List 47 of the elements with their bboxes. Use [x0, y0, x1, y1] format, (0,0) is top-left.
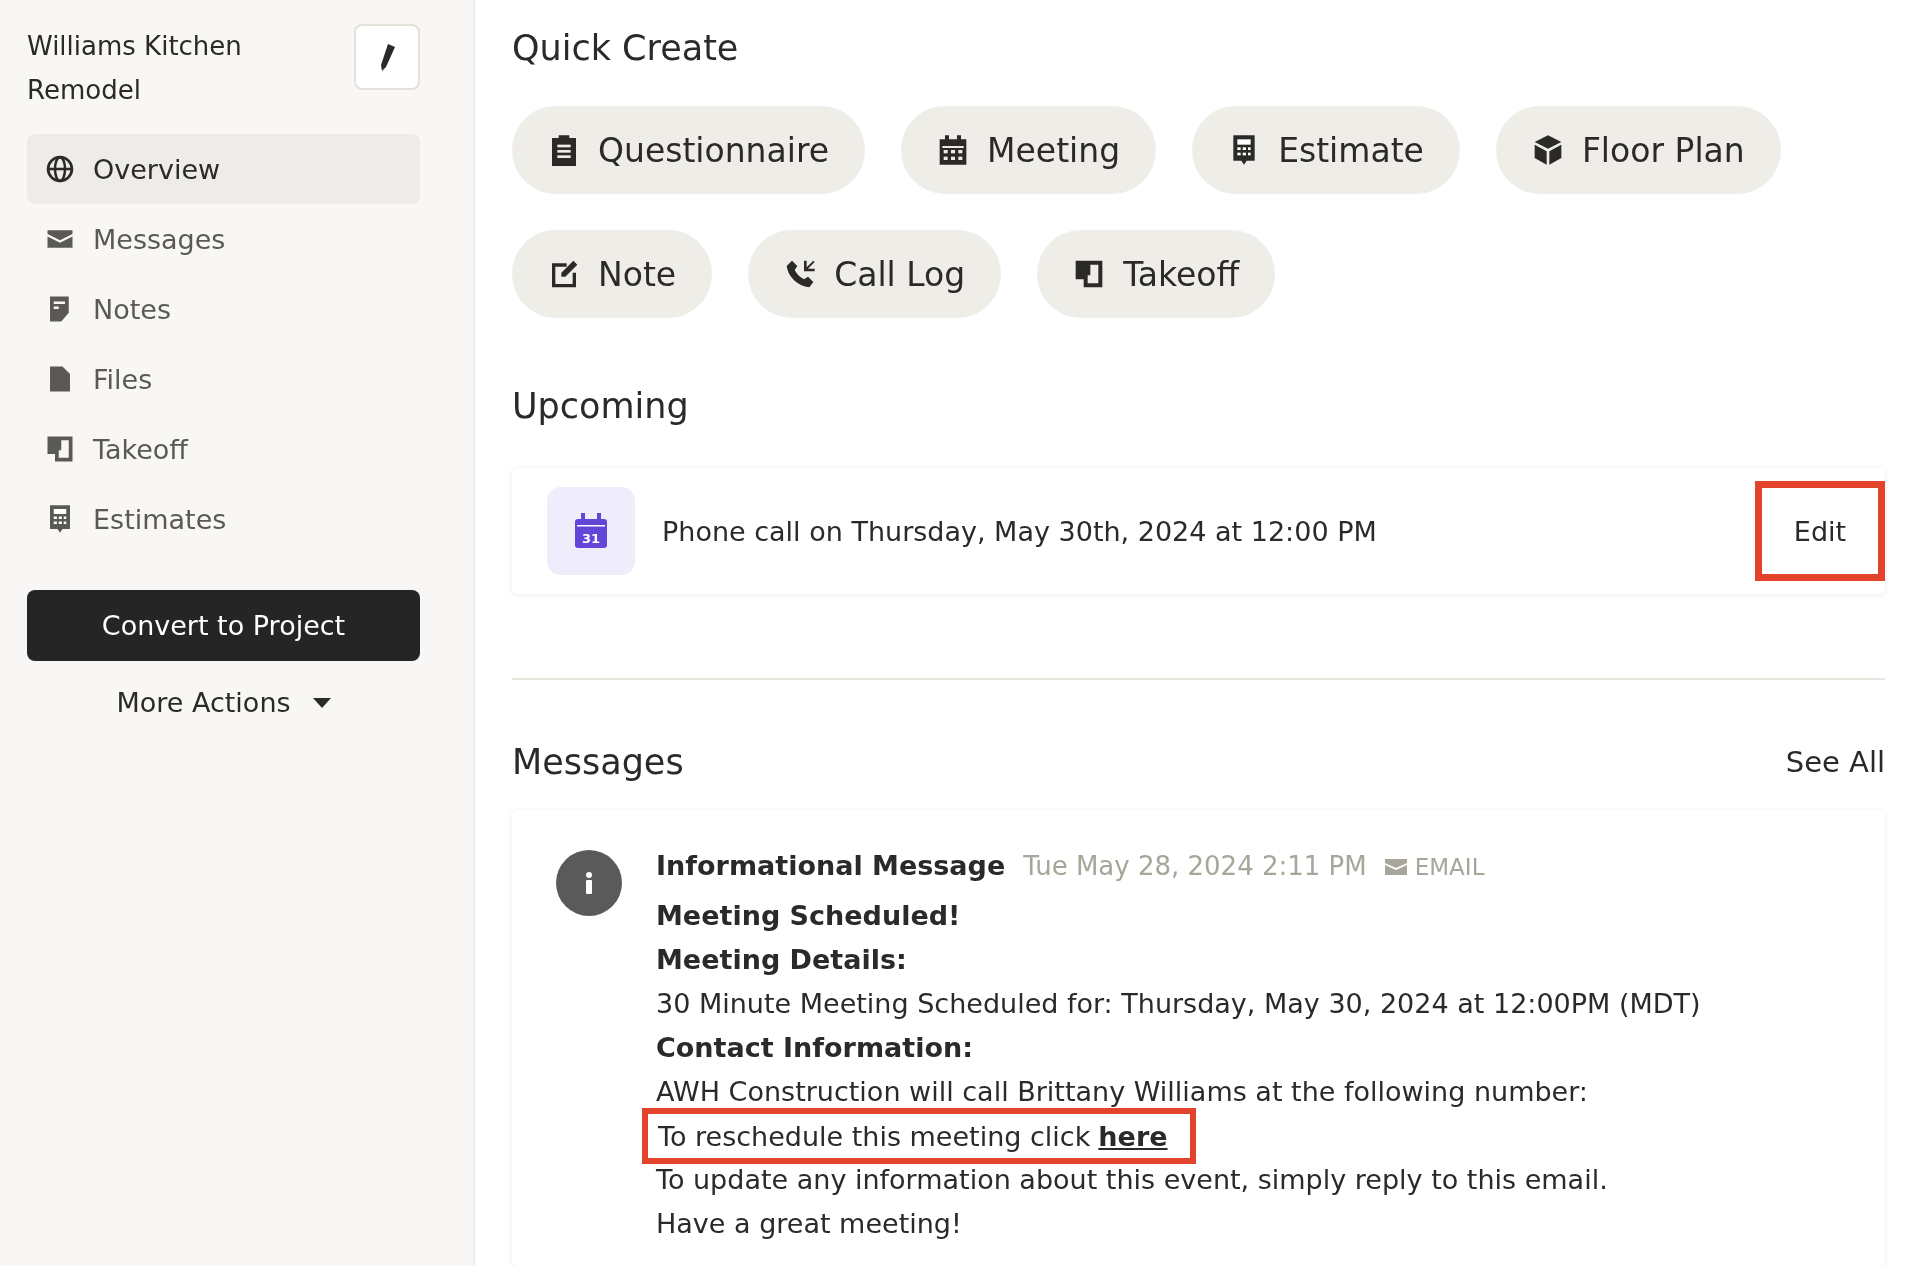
reschedule-link[interactable]: here [1098, 1120, 1168, 1152]
message-line: Meeting Scheduled! [656, 899, 962, 933]
sidebar-item-label: Takeoff [93, 433, 188, 465]
see-all-link[interactable]: See All [1785, 745, 1885, 779]
info-icon [585, 872, 593, 894]
sidebar-item[interactable]: Takeoff [27, 414, 420, 484]
project-title: Williams Kitchen Remodel [27, 30, 243, 107]
section-title: Quick Create [512, 27, 740, 70]
convert-to-project-button[interactable]: Convert to Project [27, 590, 420, 661]
edit-button[interactable]: Edit [1755, 481, 1885, 581]
message-time: Tue May 28, 2024 2:11 PM [1023, 851, 1367, 881]
message-sender: Informational Message [656, 850, 1006, 881]
more-actions-button[interactable]: More Actions [108, 679, 339, 726]
globe-icon [45, 154, 75, 184]
quick-create-button[interactable]: Call Log [748, 230, 1002, 318]
sidebar-item[interactable]: Messages [27, 204, 420, 274]
envelope-icon [1384, 859, 1407, 875]
sidebar-item[interactable]: Estimates [27, 484, 420, 554]
section-title: Upcoming [512, 385, 690, 428]
sidebar-item-label: Estimates [93, 503, 227, 535]
message-line: AWH Construction will call Brittany Williams at the following number: [656, 1075, 1589, 1109]
message-line: Meeting Details: [656, 943, 908, 977]
quick-create-button[interactable]: Note [512, 230, 713, 318]
caret-icon [312, 697, 331, 708]
message-line: 30 Minute Meeting Scheduled for: Thursday, May 30, 2024 at 12:00PM (MDT) [656, 987, 1701, 1021]
sidebar-item-label: Files [93, 363, 153, 395]
sidebar-item[interactable]: Notes [27, 274, 420, 344]
sidebar-item-label: Overview [93, 153, 221, 185]
quick-create-button[interactable]: Floor Plan [1495, 106, 1781, 194]
event-text: Phone call on Thursday, May 30th, 2024 at 12:00 PM [662, 515, 1378, 547]
sidebar-item[interactable]: Files [27, 344, 420, 414]
quick-create-button[interactable]: Questionnaire [512, 106, 866, 194]
quick-create-button[interactable]: Estimate [1192, 106, 1460, 194]
sidebar-item[interactable]: Overview [27, 134, 420, 204]
message-line: To update any information about this event, simply reply to this email. [656, 1163, 1609, 1197]
quick-create-button[interactable]: Meeting [901, 106, 1157, 194]
section-title: Messages [512, 741, 684, 784]
sidebar-item-label: Notes [93, 293, 171, 325]
message-channel: EMAIL [1414, 854, 1485, 880]
sidebar-item-label: Messages [93, 223, 226, 255]
message-line: To reschedule this meeting click [658, 1120, 1091, 1152]
message-line: Contact Information: [656, 1031, 974, 1065]
floor-plan-icon [45, 434, 75, 464]
edit-title-button[interactable] [354, 24, 420, 90]
quick-create-button[interactable]: Takeoff [1037, 230, 1276, 318]
phone-icon [784, 258, 817, 290]
message-line: Have a great meeting! [656, 1207, 963, 1241]
